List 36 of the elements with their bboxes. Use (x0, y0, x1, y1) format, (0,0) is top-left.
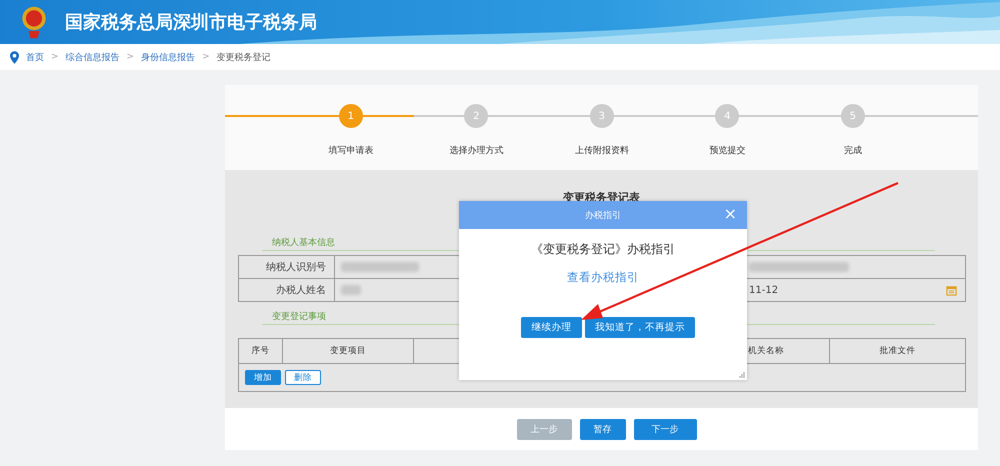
column-header: 批准文件 (878, 345, 916, 358)
breadcrumb-separator: > (202, 52, 210, 62)
step-button[interactable]: 暂存 (580, 418, 626, 440)
calendar-icon[interactable] (946, 284, 957, 296)
resize-grip-icon[interactable] (739, 372, 745, 378)
location-pin-icon (10, 50, 19, 64)
field-label: 纳税人识别号 (239, 256, 335, 278)
step-label: 预览提交 (709, 144, 746, 157)
column-header: 序号 (239, 339, 283, 363)
breadcrumb-separator: > (51, 52, 59, 62)
step-label: 上传附报资料 (574, 144, 629, 157)
step-label: 完成 (844, 144, 862, 157)
step-number: 1 (338, 104, 363, 128)
field-label: 办税人姓名 (239, 279, 335, 301)
breadcrumb-link[interactable]: 身份信息报告 (141, 50, 196, 64)
step-label: 填写申请表 (328, 144, 374, 157)
dialog-button[interactable]: 继续办理 (521, 317, 582, 338)
section-title: 变更登记事项 (272, 312, 326, 322)
step-button[interactable]: 下一步 (634, 418, 696, 440)
step-label: 选择办理方式 (449, 144, 504, 157)
breadcrumb-current: 变更税务登记 (216, 52, 271, 64)
column-header: 变更项目 (283, 339, 414, 363)
dialog-button[interactable]: 我知道了，不再提示 (585, 317, 695, 338)
breadcrumb-link[interactable]: 综合信息报告 (66, 50, 120, 64)
dialog-title: 办税指引 (585, 210, 621, 222)
breadcrumb-separator: > (126, 52, 134, 62)
site-title: 国家税务总局深圳市电子税务局 (65, 11, 317, 34)
redacted-value (341, 285, 361, 295)
delete-button[interactable]: 删除 (285, 370, 321, 385)
date-value: 11-12 (749, 284, 778, 296)
close-button[interactable]: × (722, 204, 739, 224)
add-button[interactable]: 增加 (245, 370, 281, 385)
breadcrumb-link[interactable]: 首页 (26, 50, 44, 64)
dialog-message: 《变更税务登记》办税指引 (530, 241, 676, 258)
guide-link[interactable]: 查看办税指引 (567, 270, 639, 285)
section-title: 纳税人基本信息 (272, 238, 335, 248)
